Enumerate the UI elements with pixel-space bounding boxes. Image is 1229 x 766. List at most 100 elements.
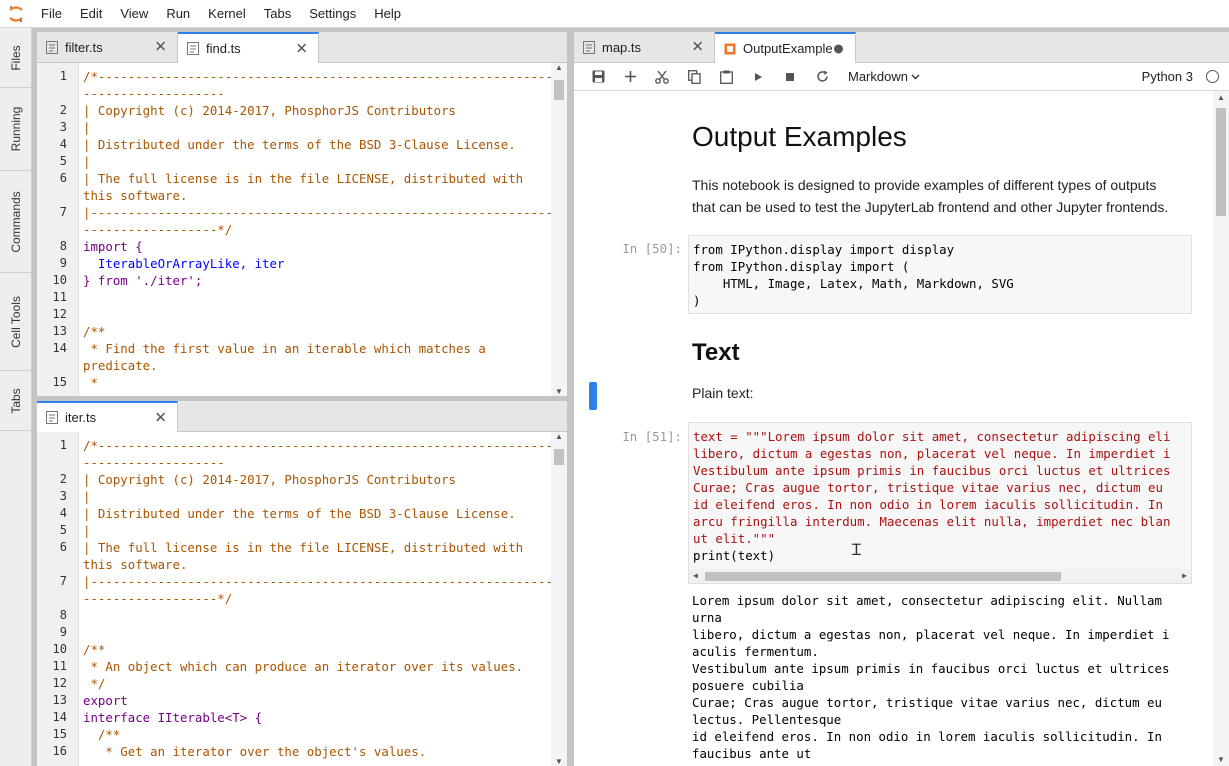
vertical-scrollbar[interactable]: ▲ ▼ xyxy=(551,63,567,396)
cut-button[interactable] xyxy=(646,65,678,89)
close-icon[interactable]: ✕ xyxy=(154,410,167,425)
kernel-name[interactable]: Python 3 xyxy=(1142,63,1193,91)
line-number: 15 xyxy=(52,727,67,741)
run-button[interactable] xyxy=(742,65,774,89)
save-button[interactable] xyxy=(582,65,614,89)
scroll-down-icon[interactable]: ▼ xyxy=(551,387,567,396)
code-line: | Copyright (c) 2014-2017, PhosphorJS Co… xyxy=(83,472,456,487)
clipboard-icon xyxy=(719,70,733,84)
refresh-icon xyxy=(816,70,828,82)
code-line: ut elit.""" xyxy=(693,531,776,546)
line-number: 2 xyxy=(59,103,67,117)
tab-bar: filter.ts ✕ find.ts ✕ xyxy=(37,32,567,63)
menu-run[interactable]: Run xyxy=(157,0,199,28)
output-line: Vestibulum ante ipsum primis in faucibus… xyxy=(692,661,1170,676)
paste-button[interactable] xyxy=(710,65,742,89)
notebook-toolbar: Markdown Python 3 xyxy=(574,63,1229,91)
line-number: 12 xyxy=(52,307,67,321)
section-heading-text: Text xyxy=(692,339,740,366)
line-number: 11 xyxy=(52,659,67,673)
intro-line: that can be used to test the JupyterLab … xyxy=(692,199,1169,215)
scrollbar-thumb[interactable] xyxy=(554,449,564,465)
line-number: 6 xyxy=(59,171,67,185)
intro-paragraph: This notebook is designed to provide exa… xyxy=(692,174,1168,218)
code-editor[interactable]: 1 2 3 4 5 6 7 8 9 10 11 12 13 14 15 16 /*--------------… xyxy=(37,432,567,766)
tab-bar: map.ts ✕ OutputExample xyxy=(574,32,1229,63)
line-number: 6 xyxy=(59,540,67,554)
copy-icon xyxy=(687,69,701,84)
cell-type-label: Markdown xyxy=(848,69,908,84)
code-cell-imports[interactable]: ) HTML, Image, Latex, Math, Markdown, SV… xyxy=(688,235,1192,314)
line-number: 4 xyxy=(59,506,67,520)
insert-cell-button[interactable] xyxy=(614,65,646,89)
close-icon[interactable]: ✕ xyxy=(295,41,308,56)
scroll-up-icon[interactable]: ▲ xyxy=(1213,93,1229,102)
scroll-down-icon[interactable]: ▼ xyxy=(1213,755,1229,764)
line-number: 14 xyxy=(52,710,67,724)
code-line: /** xyxy=(83,324,106,339)
menu-settings[interactable]: Settings xyxy=(300,0,365,28)
jupyter-logo-icon[interactable] xyxy=(0,0,32,28)
horizontal-scrollbar[interactable]: ◀ ▶ xyxy=(689,569,1191,583)
tab-label: map.ts xyxy=(602,39,642,55)
editor-panel-find: filter.ts ✕ find.ts ✕ 1 2 3 4 5 6 7 8 9 10 11 12 13 14 15… xyxy=(37,32,567,396)
sidebar-tab-cell-tools[interactable]: Cell Tools xyxy=(0,273,31,371)
code-line: Curae; Cras augue tortor, tristique vita… xyxy=(693,480,1163,495)
scroll-down-icon[interactable]: ▼ xyxy=(551,757,567,766)
output-line: id eleifend eros. In non odio in lorem i… xyxy=(692,729,1162,744)
code-line: */ xyxy=(83,676,106,691)
scrollbar-thumb[interactable] xyxy=(1216,108,1226,216)
unsaved-dot-icon[interactable] xyxy=(834,44,843,53)
code-line: |---------------------------------------… xyxy=(83,205,567,220)
sidebar-tab-label: Running xyxy=(8,106,23,152)
menu-tabs[interactable]: Tabs xyxy=(255,0,300,28)
notebook-vertical-scrollbar[interactable]: ▲ ▼ xyxy=(1213,91,1229,766)
sidebar-tab-label: Commands xyxy=(8,190,23,253)
code-line: ) xyxy=(693,293,701,308)
line-number: 2 xyxy=(59,472,67,486)
line-number: 10 xyxy=(52,642,67,656)
tab-outputexample[interactable]: OutputExample xyxy=(715,32,856,63)
tab-label: find.ts xyxy=(206,41,241,56)
code-line: HTML, Image, Latex, Math, Markdown, SVG xyxy=(693,276,1014,291)
close-icon[interactable]: ✕ xyxy=(154,40,167,55)
scroll-up-icon[interactable]: ▲ xyxy=(551,432,567,441)
code-area[interactable]: /*--------------------------------------… xyxy=(79,63,567,396)
scrollbar-thumb[interactable] xyxy=(705,572,1061,581)
menu-kernel[interactable]: Kernel xyxy=(199,0,255,28)
scroll-left-icon[interactable]: ◀ xyxy=(693,571,698,580)
sidebar-tab-files[interactable]: Files xyxy=(0,28,31,88)
code-line: | xyxy=(83,120,91,135)
code-line: ------------------*/ xyxy=(83,591,233,606)
code-line: this software. xyxy=(83,188,188,203)
restart-button[interactable] xyxy=(806,65,838,89)
scrollbar-thumb[interactable] xyxy=(554,80,564,100)
tab-iter-ts[interactable]: iter.ts ✕ xyxy=(37,401,178,432)
tab-find-ts[interactable]: find.ts ✕ xyxy=(178,32,319,63)
notebook-body[interactable]: Output Examples This notebook is designe… xyxy=(574,91,1229,766)
code-editor[interactable]: 1 2 3 4 5 6 7 8 9 10 11 12 13 14 15 /*----------------… xyxy=(37,63,567,396)
sidebar-tab-commands[interactable]: Commands xyxy=(0,171,31,273)
line-number: 11 xyxy=(52,290,67,304)
tab-map-ts[interactable]: map.ts ✕ xyxy=(574,32,715,62)
menu-edit[interactable]: Edit xyxy=(71,0,111,28)
active-cell-indicator[interactable] xyxy=(589,382,597,410)
interrupt-button[interactable] xyxy=(774,65,806,89)
close-icon[interactable]: ✕ xyxy=(691,40,704,55)
code-cell-text[interactable]: print(text) ut elit.""" arcu fringilla int… xyxy=(688,422,1192,584)
line-number-gutter: 1 2 3 4 5 6 7 8 9 10 11 12 13 14 15 16 xyxy=(37,432,79,766)
menu-help[interactable]: Help xyxy=(365,0,410,28)
cell-type-dropdown[interactable]: Markdown xyxy=(848,69,920,84)
code-area[interactable]: /*--------------------------------------… xyxy=(79,432,567,766)
code-line: /** xyxy=(83,642,106,657)
menu-file[interactable]: File xyxy=(32,0,71,28)
menu-view[interactable]: View xyxy=(111,0,157,28)
scroll-up-icon[interactable]: ▲ xyxy=(551,63,567,72)
scroll-right-icon[interactable]: ▶ xyxy=(1182,571,1187,580)
vertical-scrollbar[interactable]: ▲ ▼ xyxy=(551,432,567,766)
sidebar-tab-tabs[interactable]: Tabs xyxy=(0,371,31,431)
sidebar-tab-running[interactable]: Running xyxy=(0,88,31,171)
copy-button[interactable] xyxy=(678,65,710,89)
tab-label: filter.ts xyxy=(65,39,103,55)
tab-filter-ts[interactable]: filter.ts ✕ xyxy=(37,32,178,62)
